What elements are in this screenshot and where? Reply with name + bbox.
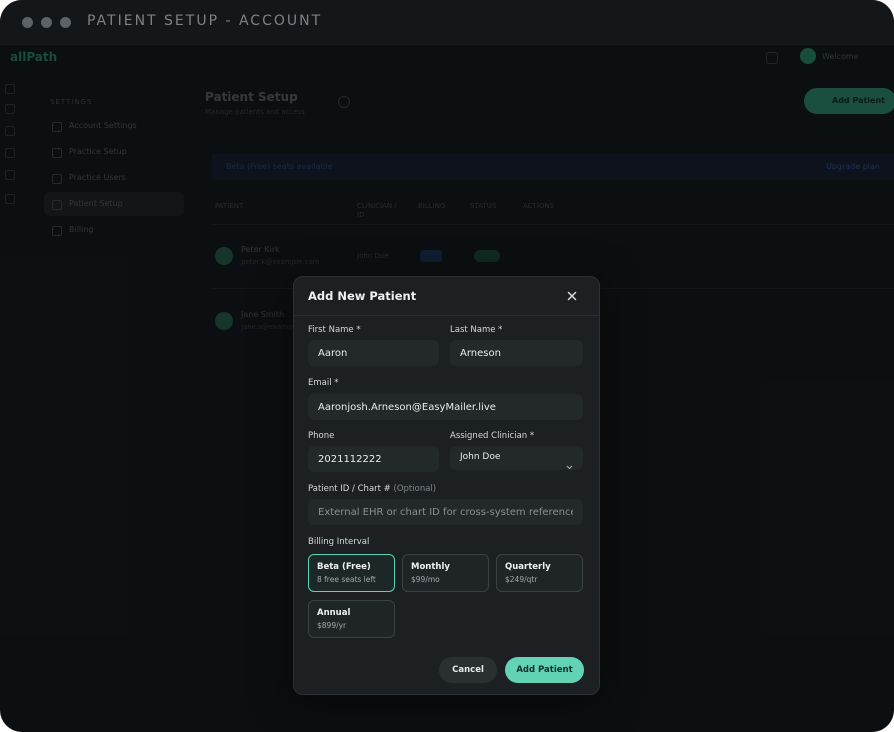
add-patient-button[interactable]: Add Patient (505, 657, 584, 683)
patient-id-field[interactable] (308, 499, 583, 525)
email-field[interactable] (308, 394, 583, 420)
patient-id-label: Patient ID / Chart # (Optional) (308, 484, 436, 494)
optional-hint: (Optional) (393, 484, 437, 494)
plan-price: 8 free seats left (317, 575, 376, 584)
window-titlebar: PATIENT SETUP - ACCOUNT (0, 0, 894, 45)
window-minimize-dot[interactable] (41, 17, 52, 28)
window-title: PATIENT SETUP - ACCOUNT (87, 13, 323, 29)
clinician-select[interactable]: John Doe (450, 446, 583, 470)
billing-option-beta[interactable]: Beta (Free) 8 free seats left (308, 554, 395, 592)
phone-field[interactable] (308, 446, 439, 472)
first-name-label: First Name * (308, 325, 361, 335)
plan-name: Annual (317, 608, 351, 618)
window-maximize-dot[interactable] (60, 17, 71, 28)
plan-name: Beta (Free) (317, 562, 371, 572)
email-label: Email * (308, 378, 339, 388)
app-window: PATIENT SETUP - ACCOUNT allPath Welcome … (0, 0, 894, 732)
clinician-label: Assigned Clinician * (450, 431, 535, 441)
billing-option-monthly[interactable]: Monthly $99/mo (402, 554, 489, 592)
close-icon[interactable] (564, 288, 580, 304)
dialog-header: Add New Patient (294, 277, 599, 316)
plan-name: Monthly (411, 562, 450, 572)
first-name-field[interactable] (308, 340, 439, 366)
chevron-down-icon (566, 455, 573, 474)
billing-interval-label: Billing Interval (308, 537, 370, 547)
dialog-title: Add New Patient (308, 289, 417, 303)
window-close-dot[interactable] (22, 17, 33, 28)
plan-price: $99/mo (411, 575, 440, 584)
add-patient-dialog: Add New Patient First Name * Last Name *… (293, 276, 600, 695)
cancel-button[interactable]: Cancel (439, 657, 497, 683)
plan-name: Quarterly (505, 562, 551, 572)
billing-option-annual[interactable]: Annual $899/yr (308, 600, 395, 638)
clinician-select-value: John Doe (460, 452, 501, 462)
phone-label: Phone (308, 431, 335, 441)
billing-option-quarterly[interactable]: Quarterly $249/qtr (496, 554, 583, 592)
last-name-field[interactable] (450, 340, 583, 366)
patient-id-label-text: Patient ID / Chart # (308, 484, 391, 494)
plan-price: $899/yr (317, 621, 347, 630)
last-name-label: Last Name * (450, 325, 503, 335)
plan-price: $249/qtr (505, 575, 538, 584)
